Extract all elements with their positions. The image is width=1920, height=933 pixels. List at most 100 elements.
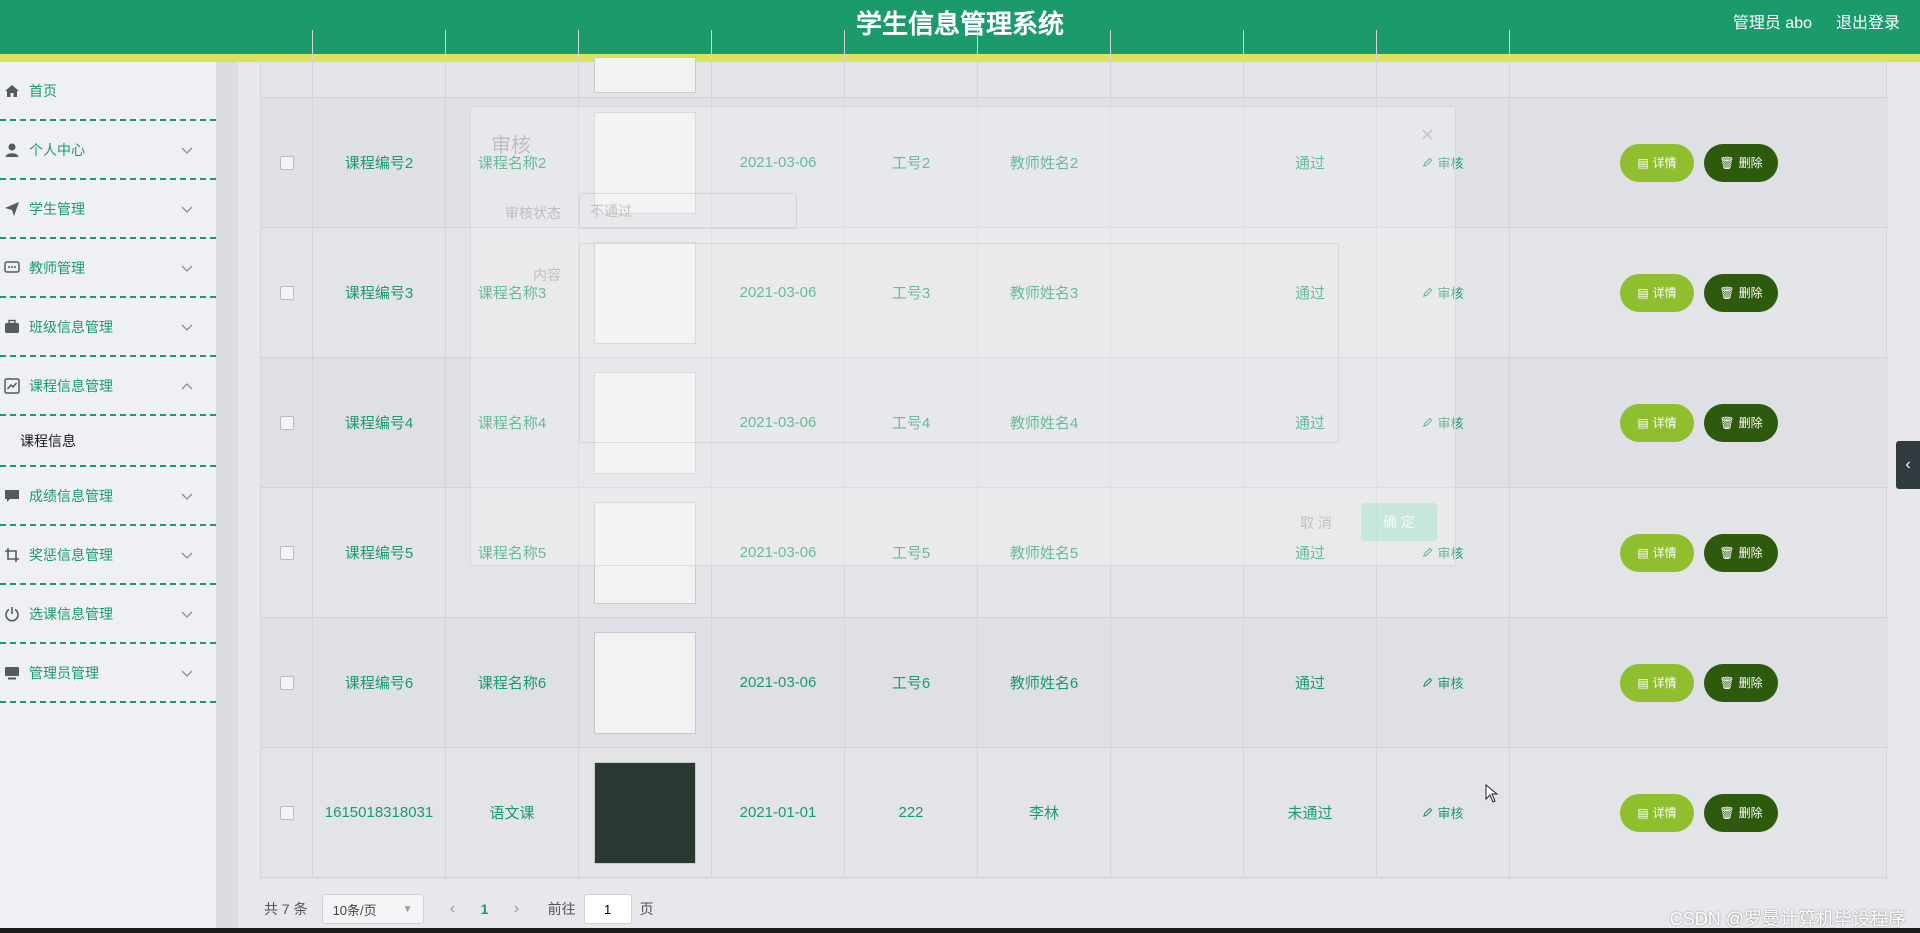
dialog-title: 审核 (491, 135, 531, 157)
briefcase-icon (4, 319, 20, 335)
chevron-down-icon (180, 261, 194, 272)
row-checkbox[interactable] (279, 285, 294, 300)
course-image (594, 631, 696, 734)
sidebar-item-label: 班级信息管理 (29, 318, 113, 335)
sidebar-scrollbar[interactable] (216, 62, 238, 933)
edit-icon (1423, 677, 1433, 688)
delete-button[interactable]: 🗑 删除 (1704, 663, 1778, 702)
sidebar: 首页 个人中心 学生管理 教师管理 班级信息管理 课程信息管理 课程信息 成绩信… (0, 62, 216, 933)
trash-icon: 🗑 (1719, 155, 1735, 170)
delete-button[interactable]: 🗑 删除 (1704, 403, 1778, 442)
course-code: 课程编号2 (313, 98, 446, 227)
delete-button[interactable]: 🗑 删除 (1704, 273, 1778, 312)
content-label: 内容 (533, 267, 561, 283)
sidebar-item-personal-center[interactable]: 个人中心 (0, 121, 216, 180)
trash-icon: 🗑 (1719, 415, 1735, 430)
submenu-course-info[interactable]: 课程信息 (0, 416, 216, 467)
delete-button[interactable]: 🗑 删除 (1704, 533, 1778, 572)
row-checkbox[interactable] (279, 805, 294, 820)
trash-icon: 🗑 (1719, 805, 1735, 820)
document-icon: ▤ (1637, 415, 1649, 430)
sidebar-item-label: 教师管理 (29, 259, 85, 276)
detail-button[interactable]: ▤ 详情 (1620, 663, 1694, 702)
course-code: 课程编号4 (313, 358, 446, 487)
course-code: 课程编号3 (313, 228, 446, 357)
sidebar-item-class-management[interactable]: 班级信息管理 (0, 298, 216, 357)
message-icon (4, 488, 20, 504)
audit-dialog: 审核 ✕ 审核状态 不通过 内容 取 消 确 定 (470, 106, 1456, 566)
chevron-down-icon: ▼ (402, 903, 413, 915)
prev-page-button[interactable]: ‹ (438, 900, 468, 918)
user-icon (4, 142, 20, 158)
table-row (261, 30, 1888, 98)
sidebar-item-course-management[interactable]: 课程信息管理 (0, 357, 216, 416)
table-row: 1615018318031 语文课 2021-01-01 222 李林 未通过 … (261, 748, 1888, 878)
chart-icon (4, 377, 20, 394)
audit-link[interactable]: 审核 (1422, 673, 1464, 692)
status-select[interactable]: 不通过 (579, 193, 797, 229)
edit-icon (1423, 807, 1433, 818)
delete-button[interactable]: 🗑 删除 (1704, 793, 1778, 832)
teacher-name: 李林 (978, 748, 1111, 877)
sidebar-item-label: 奖惩信息管理 (29, 546, 113, 563)
detail-button[interactable]: ▤ 详情 (1620, 403, 1694, 442)
teacher-number: 222 (845, 748, 978, 877)
next-page-button[interactable]: › (502, 900, 532, 918)
course-code: 课程编号5 (313, 488, 446, 617)
date: 2021-03-06 (712, 618, 845, 747)
crop-icon (4, 547, 20, 563)
chat-icon (4, 260, 20, 276)
confirm-button[interactable]: 确 定 (1361, 503, 1437, 541)
cancel-button[interactable]: 取 消 (1286, 505, 1346, 541)
audit-link[interactable]: 审核 (1422, 803, 1464, 822)
power-icon (4, 606, 20, 622)
close-icon[interactable]: ✕ (1420, 125, 1435, 146)
pagination: 共 7 条 10条/页▼ ‹ 1 › 前往 页 (260, 894, 654, 924)
course-image (594, 761, 696, 864)
course-code: 1615018318031 (313, 748, 446, 877)
row-checkbox[interactable] (279, 545, 294, 560)
delete-button[interactable]: 🗑 删除 (1704, 143, 1778, 182)
sidebar-item-teacher-management[interactable]: 教师管理 (0, 239, 216, 298)
course-name: 课程名称6 (446, 618, 579, 747)
chevron-down-icon (180, 143, 194, 154)
chevron-down-icon (180, 320, 194, 331)
document-icon: ▤ (1637, 285, 1649, 300)
course-code: 课程编号6 (313, 618, 446, 747)
sidebar-item-grade-management[interactable]: 成绩信息管理 (0, 467, 216, 526)
sidebar-item-reward-management[interactable]: 奖惩信息管理 (0, 526, 216, 585)
chevron-down-icon (180, 607, 194, 618)
page-size-select[interactable]: 10条/页 ▼ (321, 894, 424, 924)
sidebar-item-label: 选课信息管理 (29, 605, 113, 622)
chevron-left-icon: ‹ (1905, 456, 1911, 473)
sidebar-item-home[interactable]: 首页 (0, 62, 216, 121)
sidebar-item-label: 学生管理 (29, 200, 85, 217)
document-icon: ▤ (1637, 545, 1649, 560)
detail-button[interactable]: ▤ 详情 (1620, 273, 1694, 312)
audit-status: 未通过 (1244, 748, 1377, 877)
teacher-name: 教师姓名6 (978, 618, 1111, 747)
detail-button[interactable]: ▤ 详情 (1620, 793, 1694, 832)
trash-icon: 🗑 (1719, 545, 1735, 560)
page-number[interactable]: 1 (468, 901, 502, 917)
row-checkbox[interactable] (279, 675, 294, 690)
monitor-icon (4, 665, 20, 681)
sidebar-item-student-management[interactable]: 学生管理 (0, 180, 216, 239)
collapse-panel-toggle[interactable]: ‹ (1896, 441, 1920, 489)
content-textarea[interactable] (579, 243, 1339, 443)
chevron-down-icon (180, 666, 194, 677)
table-row: 课程编号6 课程名称6 2021-03-06 工号6 教师姓名6 通过 审核 ▤… (261, 618, 1888, 748)
teacher-number: 工号6 (845, 618, 978, 747)
total-count: 共 7 条 (264, 901, 308, 917)
goto-page-input[interactable] (583, 894, 632, 924)
detail-button[interactable]: ▤ 详情 (1620, 533, 1694, 572)
home-icon (4, 83, 20, 99)
mouse-cursor-icon (1485, 784, 1499, 803)
sidebar-item-course-selection-management[interactable]: 选课信息管理 (0, 585, 216, 644)
row-checkbox[interactable] (279, 155, 294, 170)
sidebar-item-admin-management[interactable]: 管理员管理 (0, 644, 216, 703)
date: 2021-01-01 (712, 748, 845, 877)
detail-button[interactable]: ▤ 详情 (1620, 143, 1694, 182)
row-checkbox[interactable] (279, 415, 294, 430)
page-suffix: 页 (639, 901, 654, 917)
